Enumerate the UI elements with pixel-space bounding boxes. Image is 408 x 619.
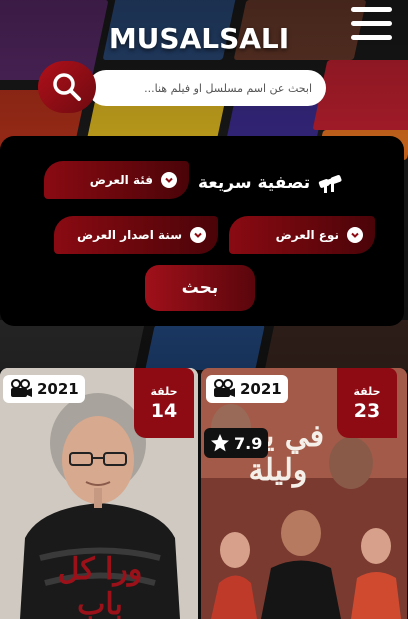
episode-number: 14 [150, 399, 178, 422]
menu-bar [351, 7, 392, 12]
quick-filter-heading: تصفية سريعة [198, 166, 358, 200]
type-filter-label: نوع العرض [275, 228, 339, 242]
hamburger-menu-button[interactable] [347, 3, 395, 45]
year-filter-label: سنة اصدار العرض [77, 228, 182, 242]
year-value: 2021 [240, 380, 282, 398]
binoculars-icon [318, 175, 342, 193]
quick-filter-title: تصفية سريعة [198, 173, 311, 193]
year-value: 2021 [37, 380, 79, 398]
chevron-down-icon [190, 227, 206, 243]
projector-icon [214, 379, 235, 397]
rating-badge: 7.9 [204, 428, 269, 458]
chevron-down-icon [347, 227, 363, 243]
episode-badge: حلقة 14 [134, 368, 194, 438]
episode-number: 23 [353, 399, 381, 422]
year-badge: 2021 [3, 375, 85, 403]
year-filter-dropdown[interactable]: سنة اصدار العرض [54, 216, 218, 254]
menu-bar [351, 21, 392, 26]
site-logo[interactable]: MUSALSALI [108, 20, 290, 56]
search-bar [38, 61, 328, 113]
page: MUSALSALI تصفية سريعة [0, 0, 408, 619]
poster-title-art: ورا كل باب [57, 552, 143, 619]
search-input[interactable] [88, 70, 326, 106]
projector-icon [11, 379, 32, 397]
type-filter-dropdown[interactable]: نوع العرض [229, 216, 375, 254]
search-button[interactable] [38, 61, 96, 113]
episode-label: حلقة [150, 384, 178, 398]
episode-label: حلقة [353, 384, 381, 398]
search-icon [53, 73, 81, 101]
star-icon [211, 434, 229, 452]
episode-badge: حلقة 23 [337, 368, 397, 438]
rating-value: 7.9 [234, 433, 263, 453]
chevron-down-icon [161, 172, 177, 188]
filter-submit-button[interactable]: بحث [145, 265, 255, 311]
menu-bar [351, 35, 392, 40]
category-filter-dropdown[interactable]: فئة العرض [44, 161, 189, 199]
year-badge: 2021 [206, 375, 288, 403]
category-filter-label: فئة العرض [89, 173, 153, 187]
